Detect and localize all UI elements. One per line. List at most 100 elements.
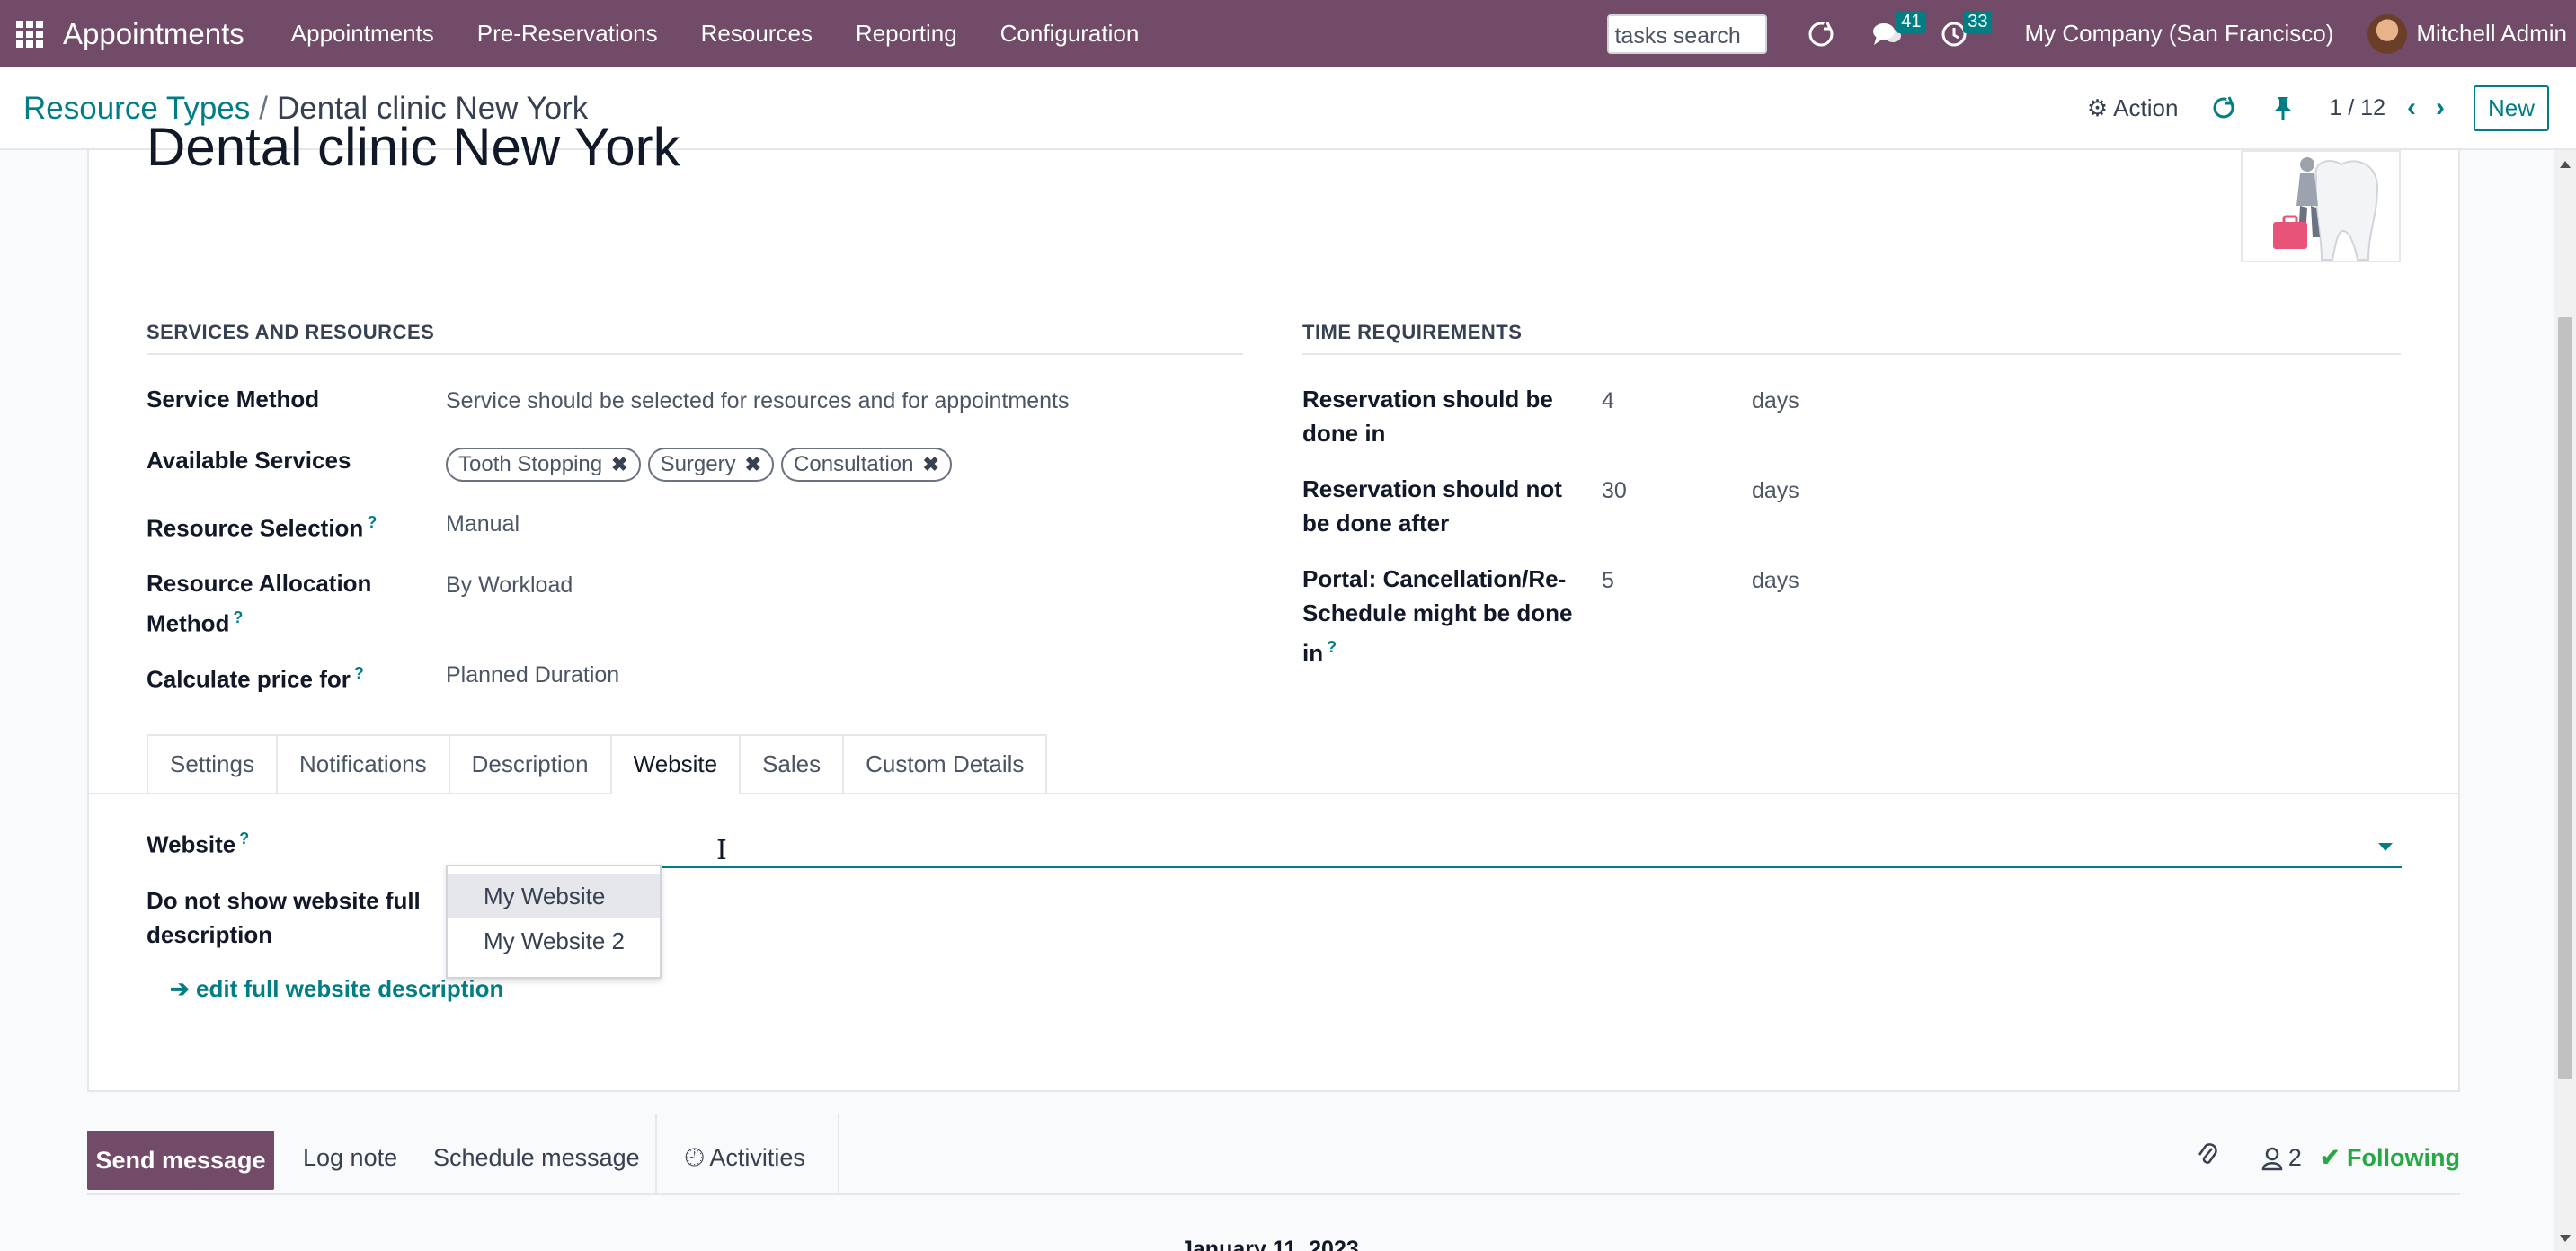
apps-menu-icon[interactable] (16, 20, 43, 48)
tab-notifications[interactable]: Notifications (275, 734, 449, 794)
user-icon (2261, 1147, 2283, 1170)
schedule-message-button[interactable]: Schedule message (433, 1144, 640, 1172)
scroll-thumb[interactable] (2558, 317, 2572, 1079)
messages-badge: 41 (1896, 10, 1926, 33)
pager-value[interactable]: 1 / 12 (2329, 95, 2385, 121)
send-message-button[interactable]: Send message (87, 1131, 274, 1190)
resource-selection-label: Resource Selection? (147, 505, 377, 546)
scroll-up-icon[interactable] (2560, 161, 2571, 168)
service-method-label: Service Method (147, 386, 320, 413)
sync-icon[interactable] (2210, 94, 2237, 121)
menu-pre-reservations[interactable]: Pre-Reservations (456, 20, 680, 48)
help-tooltip-icon[interactable]: ? (1327, 638, 1337, 656)
page-scrollbar[interactable] (2554, 150, 2576, 1251)
notebook-tabs: Settings Notifications Description Websi… (147, 734, 1048, 794)
activities-clock-icon[interactable]: 33 (1936, 10, 1993, 52)
help-tooltip-icon[interactable]: ? (367, 513, 377, 531)
text-cursor-icon: Ⅰ (716, 835, 727, 866)
allocation-label-line1: Resource Allocation (147, 570, 372, 597)
tab-settings[interactable]: Settings (147, 734, 276, 794)
chatter-toolbar: Send message Log note Schedule message 🕘… (87, 1114, 2460, 1195)
arrow-right-icon: ➔ (170, 975, 197, 1002)
service-tag-label: Consultation (794, 452, 914, 476)
days-unit: days (1752, 388, 1799, 413)
tab-sales[interactable]: Sales (739, 734, 843, 794)
allocation-label-line2: Method? (147, 600, 371, 641)
menu-reporting[interactable]: Reporting (834, 20, 979, 48)
dropdown-option-my-website[interactable]: My Website (448, 874, 660, 918)
following-button[interactable]: ✔ Following (2320, 1144, 2460, 1172)
tab-custom-details[interactable]: Custom Details (842, 734, 1048, 794)
record-title[interactable]: Dental clinic New York (147, 116, 680, 178)
chatter-right-group: 2 ✔ Following (2197, 1141, 2460, 1175)
resource-allocation-method-label-rendered: Resource Allocation Method? (147, 566, 371, 641)
pager-next-icon[interactable]: › (2436, 93, 2445, 123)
dropdown-caret-icon[interactable] (2378, 843, 2393, 851)
log-note-button[interactable]: Log note (303, 1144, 397, 1172)
reservation-not-after-label-line2: be done after (1302, 510, 1450, 537)
resource-allocation-value[interactable]: By Workload (446, 568, 573, 602)
paperclip-icon[interactable] (2197, 1141, 2218, 1175)
pager-previous-icon[interactable]: ‹ (2407, 93, 2416, 123)
edit-website-description-link[interactable]: ➔ edit full website description (170, 975, 503, 1003)
remove-tag-icon[interactable]: ✖ (611, 453, 627, 476)
menu-resources[interactable]: Resources (680, 20, 834, 48)
tab-website[interactable]: Website (609, 734, 740, 794)
no-full-description-label: Do not show website full description (147, 883, 421, 952)
dropdown-option-my-website-2[interactable]: My Website 2 (448, 918, 660, 963)
service-method-value[interactable]: Service should be selected for resources… (446, 384, 1069, 418)
no-full-description-label-line1: Do not show website full (147, 887, 421, 914)
new-button[interactable]: New (2473, 84, 2549, 131)
website-dropdown-menu: My Website My Website 2 (446, 865, 662, 979)
reservation-done-in-label-line2: done in (1302, 420, 1386, 447)
menu-appointments[interactable]: Appointments (270, 20, 456, 48)
scroll-down-icon[interactable] (2560, 1235, 2571, 1242)
service-tag-label: Tooth Stopping (458, 452, 603, 476)
top-navbar: Appointments Appointments Pre-Reservatio… (0, 0, 2576, 67)
portal-cancellation-label-line3: in? (1302, 630, 1572, 670)
chatter-divider (655, 1114, 657, 1195)
activities-label: Activities (709, 1144, 805, 1171)
reservation-done-in-label: Reservation should be done in (1302, 382, 1553, 450)
resource-selection-value[interactable]: Manual (446, 507, 520, 541)
action-button[interactable]: ⚙ Action (2087, 94, 2179, 122)
user-menu[interactable]: Mitchell Admin (2416, 20, 2567, 48)
remove-tag-icon[interactable]: ✖ (922, 453, 938, 476)
activities-button[interactable]: 🕘︎ Activities (685, 1144, 805, 1173)
services-resources-group-title: SERVICES AND RESOURCES (147, 321, 1243, 355)
pin-icon[interactable] (2270, 94, 2296, 121)
calculate-price-value[interactable]: Planned Duration (446, 658, 619, 692)
app-title[interactable]: Appointments (63, 17, 244, 51)
refresh-icon[interactable] (1803, 16, 1839, 52)
portal-cancellation-label-line1: Portal: Cancellation/Re- (1302, 565, 1567, 592)
help-tooltip-icon[interactable]: ? (354, 664, 364, 682)
help-tooltip-icon[interactable]: ? (233, 608, 243, 626)
tasks-search-input[interactable]: tasks search (1607, 13, 1768, 54)
website-select-input[interactable] (446, 830, 2402, 868)
available-services-tags[interactable]: Tooth Stopping ✖ Surgery ✖ Consultation ✖ (446, 448, 959, 482)
help-tooltip-icon[interactable]: ? (239, 830, 249, 847)
reservation-done-in-label-line1: Reservation should be (1302, 386, 1553, 413)
followers-count: 2 (2287, 1144, 2302, 1171)
record-image[interactable] (2241, 150, 2401, 262)
followers-button[interactable]: 2 (2261, 1144, 2302, 1172)
no-full-description-label-line2: description (147, 921, 273, 948)
service-tag: Surgery ✖ (647, 448, 775, 482)
tab-description[interactable]: Description (448, 734, 610, 794)
time-requirements-group-title: TIME REQUIREMENTS (1302, 321, 2401, 355)
portal-cancellation-label: Portal: Cancellation/Re- Schedule might … (1302, 562, 1572, 670)
reservation-not-after-value[interactable]: 30 (1602, 474, 1627, 508)
gear-icon: ⚙ (2086, 93, 2109, 121)
user-avatar[interactable] (2367, 13, 2408, 54)
reservation-done-in-value[interactable]: 4 (1602, 384, 1614, 418)
messages-icon[interactable]: 41 (1870, 10, 1926, 52)
reservation-not-after-label: Reservation should not be done after (1302, 472, 1562, 540)
portal-cancellation-value[interactable]: 5 (1602, 563, 1614, 598)
reservation-not-after-label-line1: Reservation should not (1302, 475, 1562, 502)
action-label: Action (2113, 93, 2179, 121)
menu-configuration[interactable]: Configuration (979, 20, 1161, 48)
check-icon: ✔ (2319, 1144, 2348, 1171)
clock-icon: 🕘︎ (685, 1144, 710, 1171)
remove-tag-icon[interactable]: ✖ (745, 453, 761, 476)
company-switcher[interactable]: My Company (San Francisco) (2024, 20, 2333, 48)
